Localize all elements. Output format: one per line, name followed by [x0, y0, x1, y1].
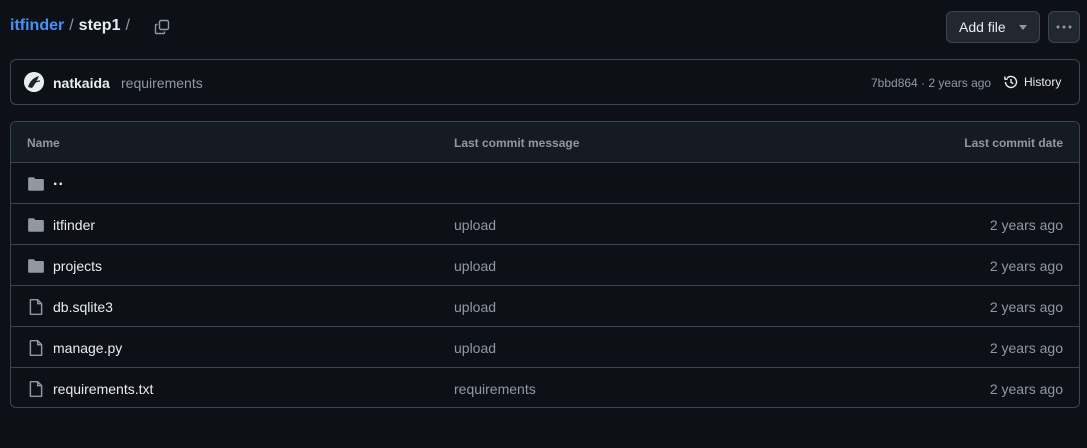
table-row[interactable]: itfinder upload 2 years ago: [11, 204, 1079, 245]
commit-date: 2 years ago: [989, 217, 1063, 233]
file-icon: [29, 298, 43, 316]
folder-icon: [28, 259, 44, 273]
file-name-link[interactable]: projects: [53, 258, 102, 274]
column-header-name: Name: [27, 136, 60, 150]
kebab-horizontal-icon: [1056, 25, 1072, 29]
table-row[interactable]: db.sqlite3 upload 2 years ago: [11, 286, 1079, 327]
file-name-link[interactable]: requirements.txt: [53, 381, 153, 397]
copy-icon: [154, 19, 170, 35]
history-icon: [1004, 75, 1018, 89]
column-header-date: Last commit date: [964, 136, 1063, 150]
more-options-button[interactable]: [1048, 11, 1080, 43]
repo-header: itfinder / step1 / Add file: [0, 0, 1087, 56]
commit-hash-link[interactable]: 7bbd864: [871, 76, 918, 90]
parent-directory-link[interactable]: ..: [53, 172, 64, 190]
file-name-link[interactable]: db.sqlite3: [53, 299, 113, 315]
commit-author-link[interactable]: natkaida: [53, 75, 110, 91]
add-file-label: Add file: [959, 19, 1006, 35]
commit-message-link[interactable]: upload: [454, 299, 496, 315]
commit-date: 2 years ago: [989, 299, 1063, 315]
commit-message-link[interactable]: upload: [454, 340, 496, 356]
table-row[interactable]: projects upload 2 years ago: [11, 245, 1079, 286]
copy-path-button[interactable]: [150, 15, 174, 39]
breadcrumb-separator: /: [125, 17, 130, 34]
table-row[interactable]: manage.py upload 2 years ago: [11, 327, 1079, 368]
breadcrumb-separator: /: [69, 17, 74, 34]
table-row[interactable]: requirements.txt requirements 2 years ag…: [11, 368, 1079, 407]
triangle-down-icon: [1019, 25, 1027, 30]
commit-message-link[interactable]: requirements: [121, 75, 203, 91]
commit-message-link[interactable]: requirements: [454, 381, 536, 397]
commit-date: 2 years ago: [989, 258, 1063, 274]
parent-directory-row[interactable]: ..: [11, 163, 1079, 204]
commit-message-link[interactable]: upload: [454, 258, 496, 274]
commit-message-link[interactable]: upload: [454, 217, 496, 233]
commit-date: 2 years ago: [989, 381, 1063, 397]
history-label: History: [1024, 75, 1062, 89]
commit-meta-separator: ·: [917, 76, 929, 90]
folder-icon: [28, 218, 44, 232]
file-name-link[interactable]: manage.py: [53, 340, 122, 356]
file-icon: [29, 339, 43, 357]
commit-age: 2 years ago: [928, 76, 992, 90]
history-button[interactable]: History: [1003, 74, 1061, 90]
file-table: Name Last commit message Last commit dat…: [10, 121, 1080, 408]
add-file-button[interactable]: Add file: [946, 11, 1040, 43]
commit-meta: 7bbd864 · 2 years ago: [871, 76, 991, 90]
file-name-link[interactable]: itfinder: [53, 217, 95, 233]
column-header-message: Last commit message: [454, 136, 580, 150]
breadcrumb-current-dir: step1: [78, 17, 121, 34]
table-header: Name Last commit message Last commit dat…: [11, 122, 1079, 163]
breadcrumb-repo-link[interactable]: itfinder: [10, 17, 64, 35]
avatar-image: [24, 72, 44, 92]
folder-icon: [28, 177, 44, 191]
avatar[interactable]: [24, 72, 44, 92]
breadcrumb: itfinder / step1 /: [10, 17, 135, 35]
file-icon: [29, 380, 43, 398]
latest-commit-box: natkaida requirements 7bbd864 · 2 years …: [10, 59, 1080, 105]
commit-date: 2 years ago: [989, 340, 1063, 356]
